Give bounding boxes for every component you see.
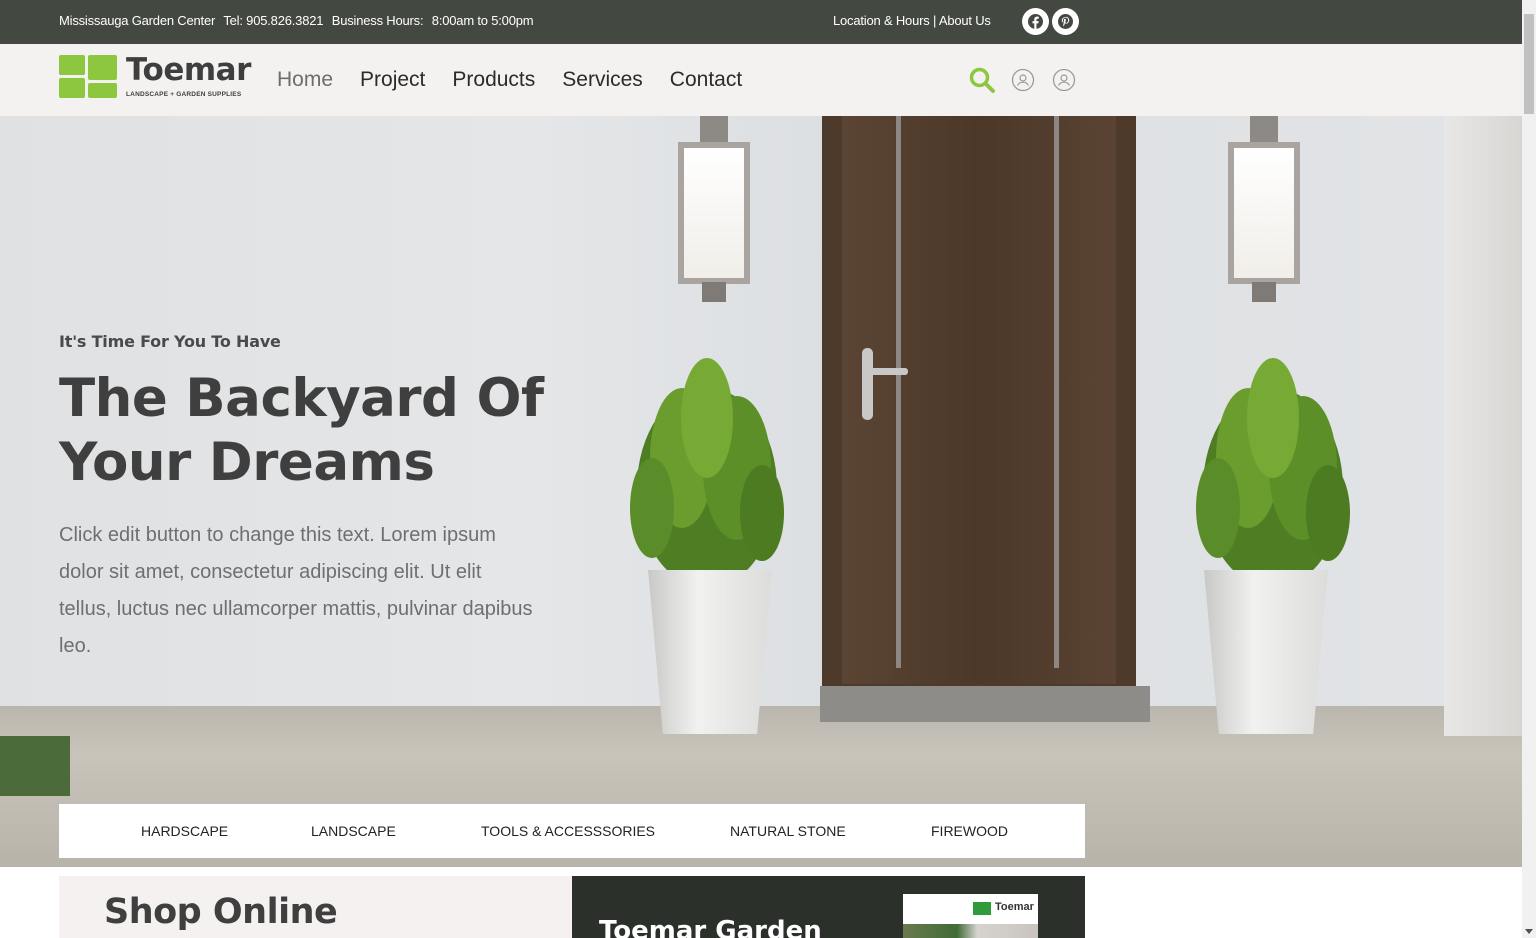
phone-number[interactable]: Tel: 905.826.3821 (223, 13, 323, 28)
shop-online-title: Shop Online (104, 892, 338, 932)
hero-title-line2: Your Dreams (59, 432, 435, 493)
thumb-photo (903, 924, 1038, 938)
thumb-brand: Toemar (995, 901, 1034, 913)
account-icon[interactable] (1052, 68, 1076, 97)
hero-title: The Backyard Of Your Dreams (59, 367, 579, 495)
hero-banner: It's Time For You To Have The Backyard O… (0, 116, 1522, 867)
wall-lamp-left (678, 116, 750, 302)
link-separator: | (932, 13, 937, 28)
hero-kicker: It's Time For You To Have (59, 332, 281, 351)
pinterest-icon[interactable] (1052, 8, 1079, 35)
nav-project[interactable]: Project (360, 68, 425, 92)
hero-wall-panel (1444, 116, 1522, 736)
main-nav: Home Project Products Services Contact (277, 68, 769, 92)
thumb-logo-icon (973, 902, 991, 915)
category-firewood[interactable]: FIREWOOD (931, 823, 1008, 839)
contact-info: Mississauga Garden Center Tel: 905.826.3… (59, 13, 538, 28)
garden-title: Toemar Garden (599, 916, 822, 938)
logo-tagline: LANDSCAPE + GARDEN SUPPLIES (126, 91, 242, 98)
wall-lamp-right (1228, 116, 1300, 302)
category-hardscape[interactable]: HARDSCAPE (141, 823, 228, 839)
shop-online-panel: Shop Online (59, 876, 572, 938)
top-links: Location & Hours | About Us (833, 13, 991, 28)
category-landscape[interactable]: LANDSCAPE (311, 823, 396, 839)
search-icon[interactable] (968, 66, 996, 99)
top-bar: Mississauga Garden Center Tel: 905.826.3… (0, 0, 1522, 44)
door-step (820, 686, 1150, 722)
garden-panel: Toemar Garden Toemar (572, 876, 1085, 938)
nav-services[interactable]: Services (562, 68, 643, 92)
hero-door (842, 116, 1116, 684)
business-hours: 8:00am to 5:00pm (431, 13, 534, 28)
facebook-icon[interactable] (1022, 8, 1049, 35)
hero-content: It's Time For You To Have The Backyard O… (59, 332, 579, 665)
garden-thumbnail[interactable]: Toemar (903, 894, 1038, 938)
hero-grass (0, 736, 70, 796)
logo-mark-icon (59, 55, 117, 98)
hours-label: Business Hours: (331, 13, 424, 28)
toemar-logo[interactable]: Toemar LANDSCAPE + GARDEN SUPPLIES (59, 52, 251, 103)
plant-left (630, 358, 784, 588)
scroll-down-icon[interactable] (1525, 929, 1533, 934)
category-bar: HARDSCAPE LANDSCAPE TOOLS & ACCESSSORIES… (59, 804, 1085, 858)
logo-name: Toemar (126, 52, 251, 88)
scrollbar-thumb[interactable] (1524, 14, 1534, 114)
nav-products[interactable]: Products (452, 68, 535, 92)
page-scrollbar[interactable] (1522, 0, 1536, 938)
plant-right (1196, 358, 1350, 588)
planter-left (648, 570, 772, 734)
location-hours-link[interactable]: Location & Hours (833, 13, 930, 28)
nav-home[interactable]: Home (277, 68, 333, 92)
location-name: Mississauga Garden Center (59, 13, 216, 28)
hero-body: Click edit button to change this text. L… (59, 524, 533, 657)
category-natural-stone[interactable]: NATURAL STONE (730, 823, 846, 839)
nav-contact[interactable]: Contact (670, 68, 742, 92)
category-tools-accessories[interactable]: TOOLS & ACCESSSORIES (481, 823, 655, 839)
hero-title-line1: The Backyard Of (59, 368, 544, 429)
main-header: Toemar LANDSCAPE + GARDEN SUPPLIES Home … (0, 44, 1522, 116)
planter-right (1204, 570, 1328, 734)
about-us-link[interactable]: About Us (939, 13, 991, 28)
user-icon[interactable] (1011, 68, 1035, 97)
